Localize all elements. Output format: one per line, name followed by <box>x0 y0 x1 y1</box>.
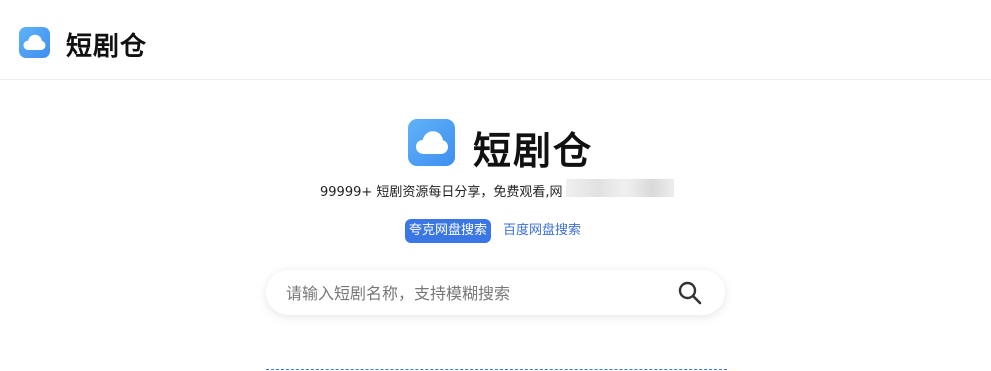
blurred-text-mask <box>566 179 674 197</box>
tab-baidu-search[interactable]: 百度网盘搜索 <box>503 219 581 243</box>
hero-title: 短剧仓 <box>473 129 594 173</box>
site-name[interactable]: 短剧仓 <box>66 26 147 63</box>
tab-quark-search[interactable]: 夸克网盘搜索 <box>405 219 492 243</box>
cloud-icon[interactable] <box>19 27 50 58</box>
search-icon[interactable] <box>677 280 703 306</box>
search-input[interactable] <box>284 270 668 317</box>
divider <box>266 369 727 370</box>
cloud-icon <box>408 119 455 166</box>
search-bar <box>266 270 725 317</box>
top-navbar: 短剧仓 <box>0 0 991 80</box>
tagline: 99999+ 短剧资源每日分享，免费观看,网 <box>320 185 563 200</box>
